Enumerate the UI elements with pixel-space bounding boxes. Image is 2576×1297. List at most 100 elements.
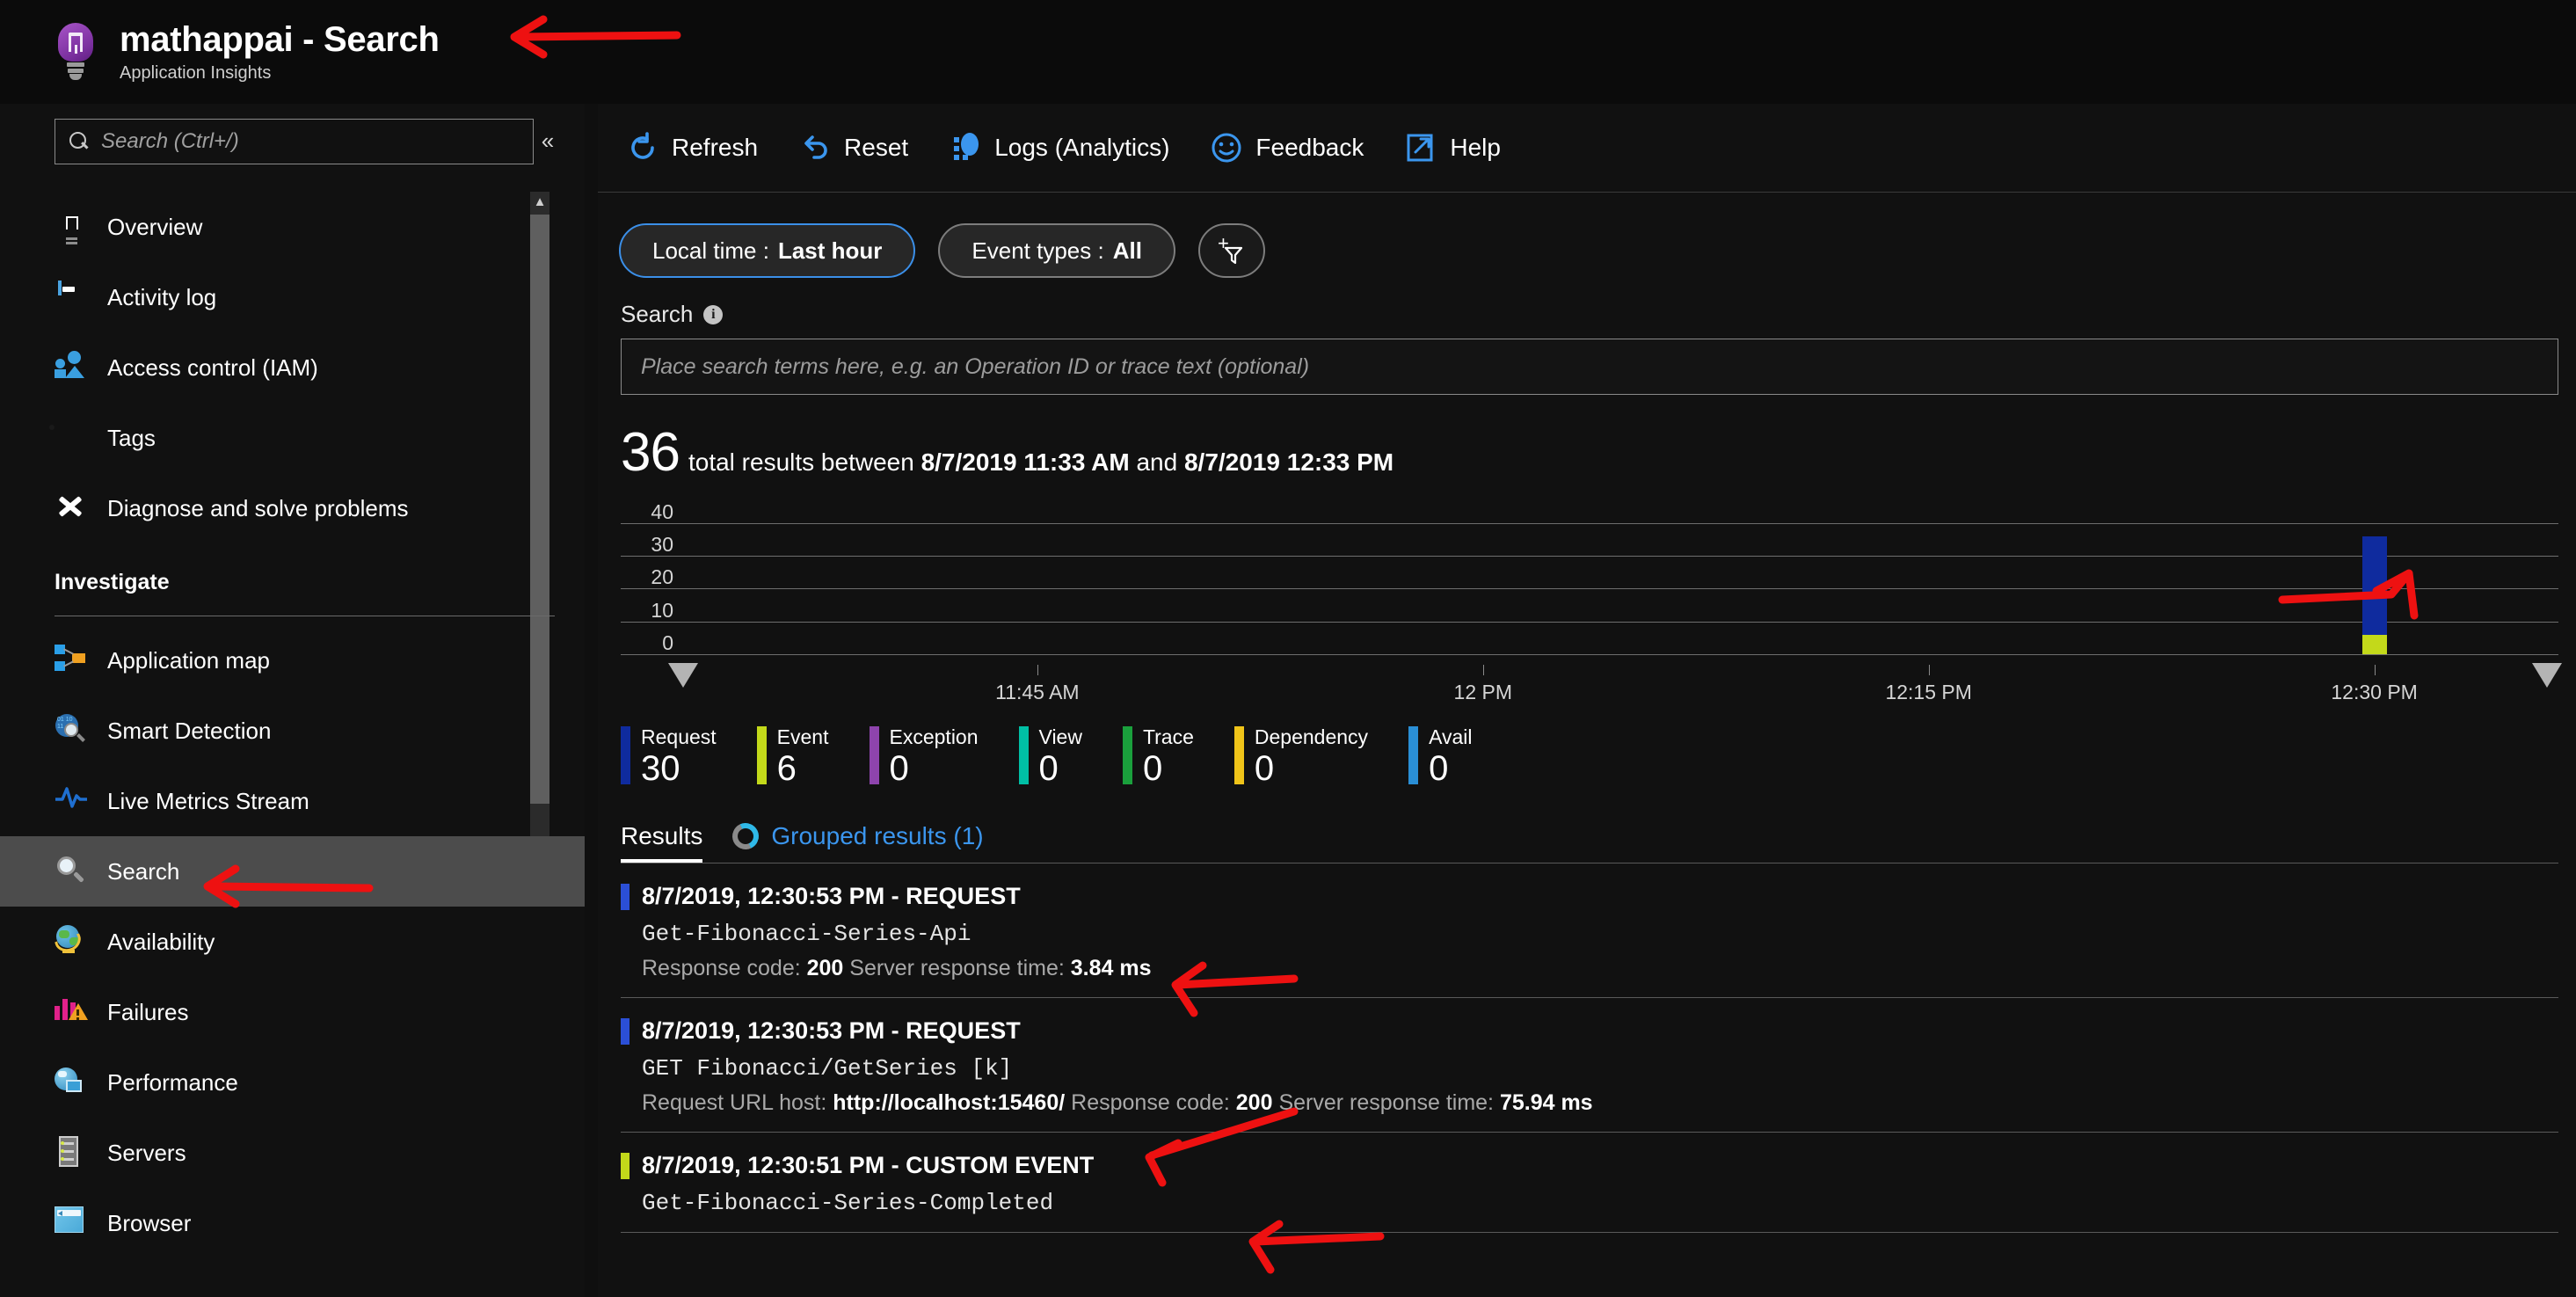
chart-gridline: [621, 522, 2558, 524]
reset-button[interactable]: Reset: [798, 131, 908, 164]
sidebar-search-input[interactable]: [101, 129, 520, 154]
summary-start-time: 8/7/2019 11:33 AM: [921, 448, 1130, 476]
sidebar-item-performance[interactable]: Performance: [0, 1047, 585, 1118]
legend-item-trace[interactable]: Trace 0: [1122, 725, 1194, 789]
chart-bar[interactable]: [2361, 536, 2387, 654]
chart-y-tick-label: 20: [651, 565, 673, 589]
result-operation-name: GET Fibonacci/GetSeries [k]: [642, 1055, 1013, 1082]
legend-item-view[interactable]: View 0: [1018, 725, 1082, 787]
chart-gridline: [621, 654, 2558, 655]
feedback-button[interactable]: Feedback: [1210, 131, 1364, 164]
legend-item-label: View: [1038, 725, 1082, 748]
result-header: 8/7/2019, 12:30:53 PM - REQUEST: [621, 883, 2558, 910]
events-timeline-chart[interactable]: 40 30 20 10 0: [621, 499, 2558, 665]
chart-bar-segment-event: [2361, 634, 2387, 654]
chart-x-tick: [1482, 665, 1484, 675]
tab-results[interactable]: Results: [621, 822, 703, 863]
result-metadata: Request URL host: http://localhost:15460…: [642, 1090, 2558, 1116]
sidebar-item-availability[interactable]: Availability: [0, 907, 585, 977]
command-bar-divider: [598, 192, 2576, 193]
chart-x-tick-label: 12:30 PM: [2331, 681, 2418, 703]
time-range-filter[interactable]: Local time : Last hour: [619, 223, 916, 278]
result-type-chip: [621, 1152, 629, 1179]
legend-item-request[interactable]: Request 30: [621, 725, 717, 789]
search-icon: [68, 130, 91, 153]
legend-item-label: Dependency: [1254, 725, 1369, 748]
sidebar-item-label: Servers: [107, 1139, 186, 1166]
legend-item-dependency[interactable]: Dependency 0: [1233, 725, 1369, 787]
result-metadata: Response code: 200 Server response time:…: [642, 956, 2558, 981]
result-meta-value: 200: [806, 956, 844, 981]
sidebar-item-activity-log[interactable]: Activity log: [0, 262, 585, 332]
bulb-icon: [55, 210, 88, 244]
search-terms-input[interactable]: [641, 353, 2538, 380]
sidebar-item-browser[interactable]: Browser: [0, 1188, 585, 1258]
chart-x-tick-label: 12 PM: [1453, 681, 1513, 703]
summary-text-before: total results between: [688, 448, 914, 476]
sidebar-item-smart-detection[interactable]: Smart Detection: [0, 696, 585, 766]
external-link-icon: [1404, 131, 1437, 164]
legend-color-swatch: [1408, 726, 1419, 784]
people-icon: [55, 351, 88, 384]
chart-x-axis: 11:45 AM 12 PM 12:15 PM 12:30 PM: [621, 663, 2562, 714]
sidebar-item-label: Failures: [107, 998, 189, 1025]
donut-loading-icon: [729, 820, 763, 854]
sidebar-item-tags[interactable]: Tags: [0, 403, 585, 473]
event-types-filter[interactable]: Event types : All: [938, 223, 1175, 278]
sidebar-item-label: Browser: [107, 1209, 192, 1236]
logs-icon: [949, 131, 982, 164]
sidebar-item-diagnose[interactable]: Diagnose and solve problems: [0, 473, 585, 543]
add-filter-button[interactable]: +: [1197, 223, 1265, 278]
legend-item-value: 0: [1429, 749, 1449, 789]
legend-item-value: 30: [641, 749, 680, 789]
sidebar-item-servers[interactable]: Servers: [0, 1118, 585, 1188]
results-count: 36: [621, 422, 680, 483]
page-subtitle: Application Insights: [120, 63, 272, 83]
collapse-sidebar-button[interactable]: «: [530, 123, 565, 158]
help-button[interactable]: Help: [1404, 131, 1501, 164]
chart-y-tick-label: 40: [651, 499, 673, 523]
range-start-handle[interactable]: [667, 663, 698, 688]
chart-x-tick: [2374, 665, 2376, 675]
sidebar-item-label: Activity log: [107, 283, 217, 310]
search-terms-field[interactable]: [621, 339, 2558, 395]
result-title: 8/7/2019, 12:30:53 PM - REQUEST: [642, 883, 1021, 910]
smiley-icon: [1210, 131, 1243, 164]
legend-item-exception[interactable]: Exception 0: [869, 725, 979, 789]
sidebar-item-application-map[interactable]: Application map: [0, 625, 585, 696]
sidebar-item-failures[interactable]: Failures: [0, 977, 585, 1047]
refresh-button[interactable]: Refresh: [626, 131, 758, 164]
command-label: Logs (Analytics): [994, 134, 1170, 161]
result-row[interactable]: 8/7/2019, 12:30:53 PM - REQUEST GET Fibon…: [621, 998, 2558, 1133]
info-icon[interactable]: i: [703, 304, 724, 324]
result-header: 8/7/2019, 12:30:53 PM - REQUEST: [621, 1017, 2558, 1045]
event-filter-prefix: Event types :: [971, 237, 1104, 264]
logs-analytics-button[interactable]: Logs (Analytics): [949, 131, 1169, 164]
summary-text-middle: and: [1136, 448, 1178, 476]
sidebar-item-search[interactable]: Search: [0, 836, 585, 907]
result-header: 8/7/2019, 12:30:51 PM - CUSTOM EVENT: [621, 1152, 2558, 1179]
sidebar-item-overview[interactable]: Overview: [0, 192, 585, 262]
legend-item-value: 0: [1142, 749, 1163, 789]
sidebar-item-live-metrics-stream[interactable]: Live Metrics Stream: [0, 766, 585, 836]
sidebar-item-access-control[interactable]: Access control (IAM): [0, 332, 585, 403]
chart-x-tick: [1037, 665, 1038, 675]
result-row[interactable]: 8/7/2019, 12:30:53 PM - REQUEST Get-Fibon…: [621, 863, 2558, 999]
command-label: Reset: [844, 134, 909, 161]
legend-item-avail[interactable]: Avail 0: [1408, 725, 1473, 789]
failures-icon: [55, 995, 88, 1029]
result-row[interactable]: 8/7/2019, 12:30:51 PM - CUSTOM EVENT Get-…: [621, 1133, 2558, 1234]
time-filter-value: Last hour: [777, 237, 883, 264]
command-bar: Refresh Reset Logs (Analytics) Feedback …: [598, 104, 2576, 192]
event-type-legend: Request 30 Event 6 Exception 0 View 0 Trace 0 Depe…: [598, 714, 2576, 787]
legend-item-value: 0: [889, 749, 909, 789]
legend-item-event[interactable]: Event 6: [756, 725, 829, 787]
legend-color-swatch: [756, 726, 767, 784]
range-end-handle[interactable]: [2531, 663, 2562, 688]
sidebar-item-label: Search: [107, 857, 180, 885]
page-header: mathappai - Search Application Insights: [0, 0, 2576, 104]
tab-grouped-results[interactable]: Grouped results (1): [729, 820, 984, 863]
performance-icon: [55, 1066, 88, 1099]
sidebar-search-box[interactable]: [55, 119, 534, 164]
tab-grouped-label: Grouped results (1): [771, 822, 984, 850]
